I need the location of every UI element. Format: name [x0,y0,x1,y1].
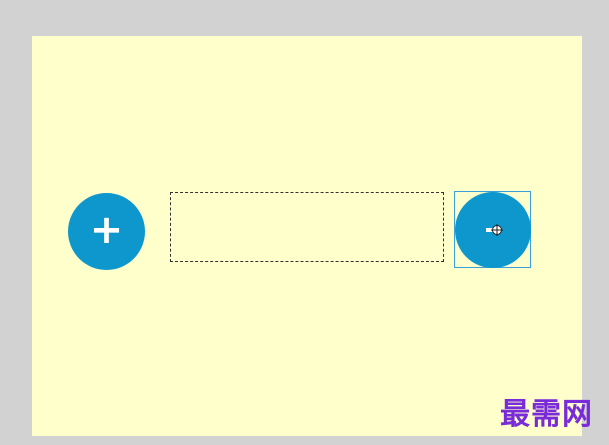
plus-icon: + [89,207,124,253]
window-frame: + 最需网 [0,0,609,445]
crosshair-move-cursor-icon [491,224,503,236]
minus-button[interactable] [455,192,531,268]
watermark-text: 最需网 [500,397,593,432]
stage-canvas: + [32,36,582,436]
plus-button[interactable]: + [68,193,145,270]
value-text-box[interactable] [170,192,444,262]
